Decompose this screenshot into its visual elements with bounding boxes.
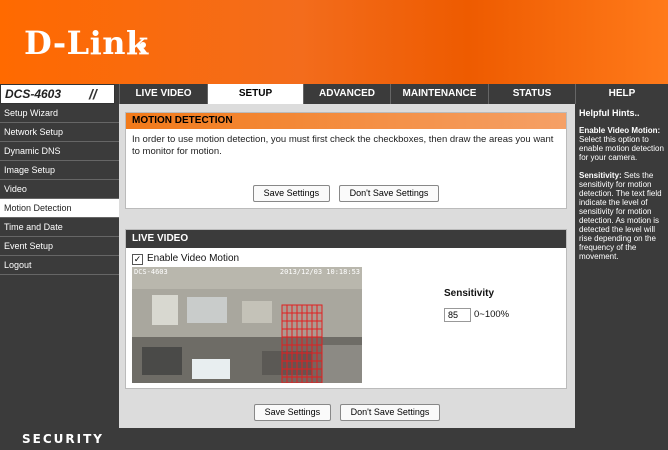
bottom-save-settings-button[interactable]: Save Settings — [253, 404, 332, 421]
sidebar-item-image-setup[interactable]: Image Setup — [0, 161, 119, 180]
hint-heading-enable: Enable Video Motion: — [579, 126, 661, 135]
tab-status[interactable]: STATUS — [488, 84, 575, 104]
motion-description: In order to use motion detection, you mu… — [132, 134, 554, 157]
hint-text-sensitivity: Sets the sensitivity for motion detectio… — [579, 171, 662, 261]
tab-help[interactable]: HELP — [575, 84, 668, 104]
bottom-dont-save-settings-button[interactable]: Don't Save Settings — [339, 404, 441, 421]
footer-bar: SECURITY — [0, 428, 668, 450]
bottom-button-row: Save Settings Don't Save Settings — [119, 402, 575, 421]
sidebar-item-logout[interactable]: Logout — [0, 256, 119, 275]
hints-title: Helpful Hints.. — [579, 108, 640, 118]
hint-heading-sensitivity: Sensitivity: — [579, 171, 622, 180]
sidebar: Setup Wizard Network Setup Dynamic DNS I… — [0, 104, 119, 428]
sidebar-item-motion-detection[interactable]: Motion Detection — [0, 199, 119, 218]
dlink-logo: D-Link — [24, 24, 149, 62]
enable-video-motion-row: ✓ Enable Video Motion — [132, 253, 239, 265]
sidebar-item-setup-wizard[interactable]: Setup Wizard — [0, 104, 119, 123]
live-video-title: LIVE VIDEO — [126, 230, 566, 248]
video-preview[interactable]: DCS-4603 2013/12/03 10:18:53 — [132, 267, 362, 383]
enable-video-motion-checkbox[interactable]: ✓ — [132, 254, 143, 265]
sidebar-item-network-setup[interactable]: Network Setup — [0, 123, 119, 142]
hint-sensitivity: Sensitivity: Sets the sensitivity for mo… — [579, 171, 664, 261]
dont-save-settings-button[interactable]: Don't Save Settings — [338, 185, 440, 202]
motion-grid[interactable] — [132, 267, 362, 383]
sidebar-item-video[interactable]: Video — [0, 180, 119, 199]
hint-enable-video-motion: Enable Video Motion: Select this option t… — [579, 126, 664, 162]
helpful-hints-panel: Helpful Hints.. Enable Video Motion: Sele… — [575, 104, 668, 428]
main-content: MOTION DETECTION In order to use motion … — [119, 104, 575, 428]
hint-text-enable: Select this option to enable motion dete… — [579, 135, 664, 162]
sidebar-item-time-and-date[interactable]: Time and Date — [0, 218, 119, 237]
motion-detection-title: MOTION DETECTION — [126, 113, 566, 129]
sidebar-item-dynamic-dns[interactable]: Dynamic DNS — [0, 142, 119, 161]
osd-camera-name: DCS-4603 — [134, 268, 168, 276]
sensitivity-label: Sensitivity — [444, 288, 495, 299]
footer-label: SECURITY — [22, 432, 104, 446]
sensitivity-range: 0~100% — [474, 309, 510, 320]
header-banner: D-Link — [0, 0, 668, 84]
top-button-row: Save Settings Don't Save Settings — [126, 183, 566, 202]
enable-video-motion-label: Enable Video Motion — [147, 253, 240, 264]
sidebar-item-event-setup[interactable]: Event Setup — [0, 237, 119, 256]
sensitivity-input[interactable]: 85 — [444, 308, 471, 322]
logo-dot-icon — [140, 42, 146, 48]
save-settings-button[interactable]: Save Settings — [252, 185, 331, 202]
motion-detection-panel: MOTION DETECTION In order to use motion … — [125, 112, 567, 209]
tab-live-video[interactable]: LIVE VIDEO — [119, 84, 207, 104]
tab-maintenance[interactable]: MAINTENANCE — [390, 84, 488, 104]
model-name: DCS-4603 — [5, 87, 62, 101]
slash-divider-icon: // — [89, 86, 97, 102]
model-label: DCS-4603 // — [0, 84, 115, 104]
tab-setup[interactable]: SETUP — [207, 84, 303, 104]
tab-advanced[interactable]: ADVANCED — [303, 84, 390, 104]
osd-timestamp: 2013/12/03 10:18:53 — [279, 268, 360, 276]
live-video-panel: LIVE VIDEO ✓ Enable Video Motion DCS-460… — [125, 229, 567, 389]
